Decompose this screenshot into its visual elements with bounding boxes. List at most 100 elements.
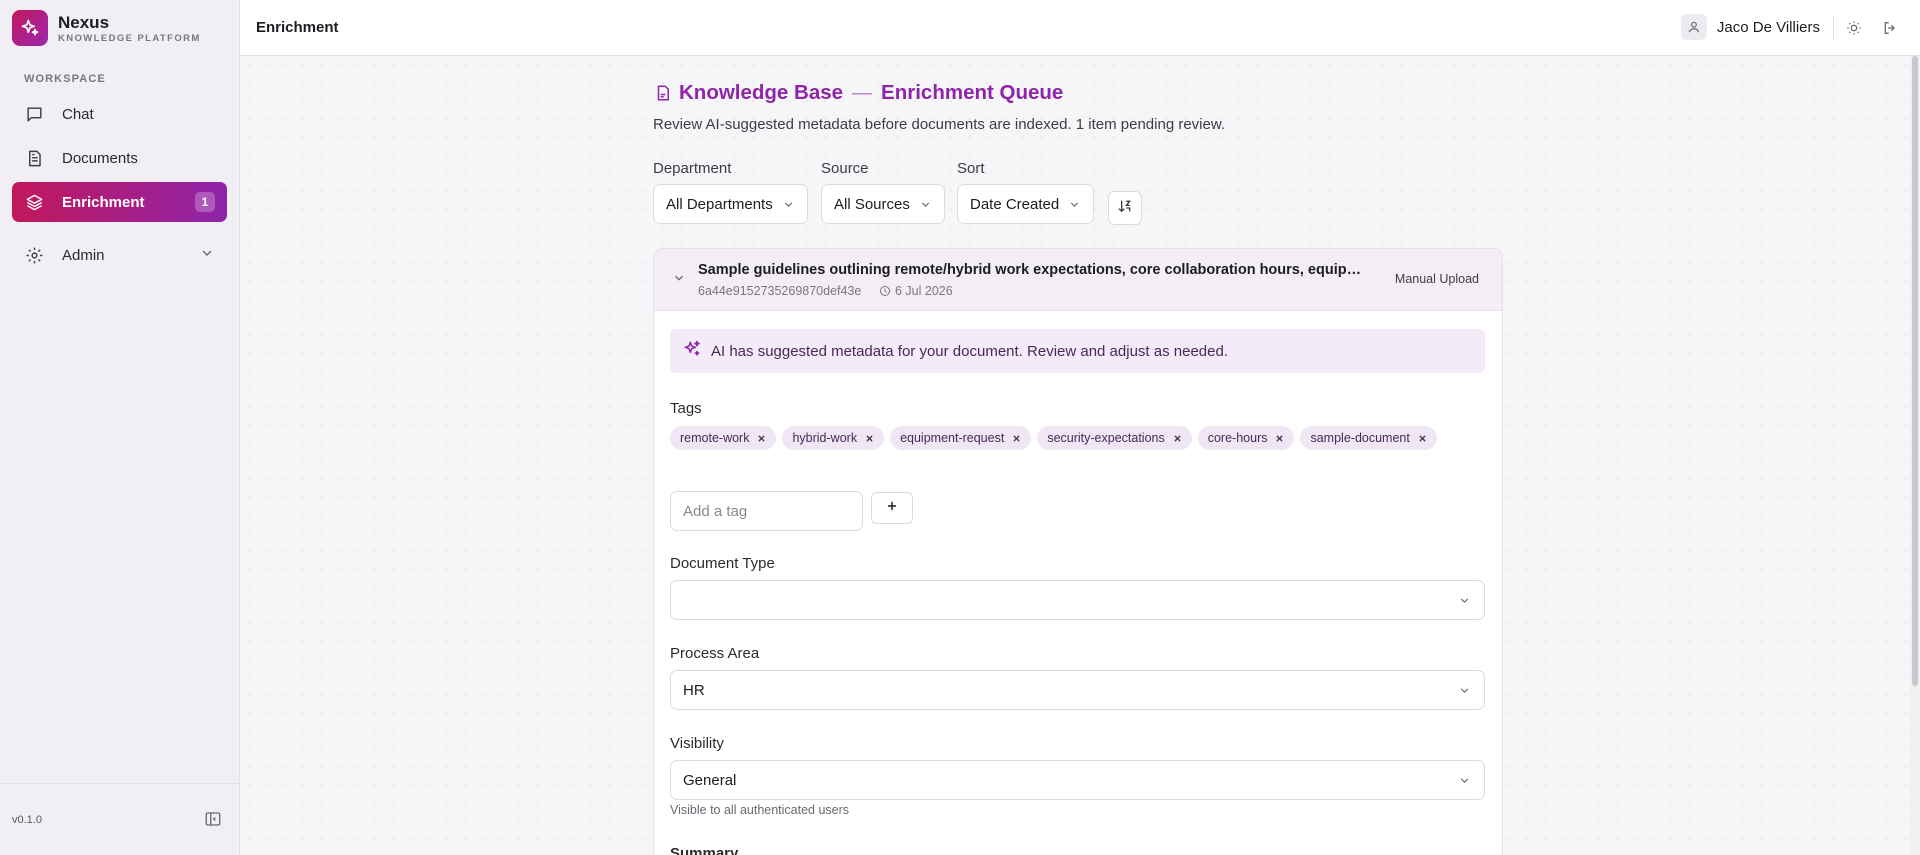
brand[interactable]: Nexus KNOWLEDGE PLATFORM [12,10,201,46]
user-name: Jaco De Villiers [1716,18,1820,36]
theme-toggle-sun-icon[interactable] [1844,18,1864,38]
brand-subtitle: KNOWLEDGE PLATFORM [58,32,201,44]
document-title: Sample guidelines outlining remote/hybri… [698,262,1368,278]
sidebar-footer: v0.1.0 [0,783,240,855]
tag-label: hybrid-work [792,431,858,445]
remove-tag-icon[interactable] [757,434,766,443]
document-source: Manual Upload [1394,272,1479,286]
tag-chip: security-expectations [1037,426,1192,450]
tag-chip: hybrid-work [782,426,885,450]
document-type-select[interactable] [670,580,1485,620]
sparkles-icon [682,339,702,364]
chevron-down-icon [919,198,932,215]
tag-chip: sample-document [1300,426,1437,450]
sidebar: Nexus KNOWLEDGE PLATFORM WORKSPACE Chat … [0,0,240,855]
page-title: Enrichment [256,19,339,36]
sort-select[interactable]: Date Created [957,184,1094,224]
process-area-label: Process Area [670,645,760,662]
remove-tag-icon[interactable] [1275,434,1284,443]
message-square-icon [24,104,44,124]
heading-enrichment-queue: Enrichment Queue [881,81,1064,104]
user-menu[interactable]: Jaco De Villiers [1680,14,1820,40]
pending-count-badge: 1 [195,192,215,212]
user-icon [1680,14,1707,40]
department-select-value: All Departments [666,195,773,213]
remove-tag-icon[interactable] [1173,434,1182,443]
remove-tag-icon[interactable] [1012,434,1021,443]
department-select[interactable]: All Departments [653,184,808,224]
sidebar-item-admin[interactable]: Admin [12,235,227,275]
sort-select-value: Date Created [970,195,1060,213]
collapse-sidebar-icon[interactable] [204,810,224,830]
sidebar-item-enrichment[interactable]: Enrichment 1 [12,182,227,222]
chevron-down-icon [1458,684,1471,701]
add-tag-button[interactable] [871,492,913,524]
chevron-down-icon [1068,198,1081,215]
document-date: 6 Jul 2026 [879,284,953,298]
sidebar-item-label: Documents [62,149,138,167]
file-text-icon [24,148,44,168]
visibility-select[interactable]: General [670,760,1485,800]
sidebar-item-label: Admin [62,246,105,264]
brand-name: Nexus [58,12,110,32]
visibility-value: General [683,771,737,789]
chevron-down-icon [199,245,215,265]
visibility-help-text: Visible to all authenticated users [670,803,850,817]
ai-suggestion-banner: AI has suggested metadata for your docum… [670,329,1485,373]
app-version: v0.1.0 [12,814,42,826]
heading-knowledge-base: Knowledge Base [679,81,844,104]
sidebar-item-label: Chat [62,105,94,123]
chevron-down-icon [1458,594,1471,611]
topbar: Enrichment Jaco De Villiers [240,0,1920,56]
sparkle-logo-icon [12,10,48,46]
tags-list: remote-work hybrid-work equipment-reques… [670,426,1485,450]
process-area-value: HR [683,681,705,699]
layers-icon [24,192,44,212]
sidebar-item-chat[interactable]: Chat [12,94,227,134]
logout-icon[interactable] [1880,18,1900,38]
document-id: 6a44e9152735269870def43e [698,284,862,298]
tag-chip: remote-work [670,426,777,450]
page-description: Review AI-suggested metadata before docu… [653,116,1226,133]
tag-label: core-hours [1207,431,1268,445]
source-select-value: All Sources [834,195,910,213]
plus-icon [885,499,899,518]
chevron-down-icon[interactable] [672,271,686,290]
sort-label: Sort [957,160,985,177]
remove-tag-icon[interactable] [1418,434,1427,443]
tag-label: security-expectations [1047,431,1165,445]
workspace-section-label: WORKSPACE [24,73,106,85]
tag-label: equipment-request [900,431,1005,445]
tag-label: remote-work [680,431,750,445]
department-filter-label: Department [653,160,732,177]
ai-banner-text: AI has suggested metadata for your docum… [711,342,1228,360]
clock-icon [879,285,891,297]
visibility-label: Visibility [670,735,724,752]
add-tag-input[interactable] [670,491,863,531]
sidebar-item-label: Enrichment [62,193,145,211]
page-heading: Knowledge Base — Enrichment Queue [653,81,1063,105]
sort-direction-button[interactable] [1108,191,1142,225]
remove-tag-icon[interactable] [865,434,874,443]
topbar-divider [1833,16,1834,40]
source-filter-label: Source [821,160,869,177]
chevron-down-icon [782,198,795,215]
tags-label: Tags [670,400,702,417]
source-select[interactable]: All Sources [821,184,945,224]
gear-icon [24,245,44,265]
summary-label: Summary [670,845,739,855]
main-content: Knowledge Base — Enrichment Queue Review… [240,56,1910,855]
document-type-label: Document Type [670,555,775,572]
tag-chip: core-hours [1197,426,1295,450]
document-card: Sample guidelines outlining remote/hybri… [653,248,1503,855]
process-area-select[interactable]: HR [670,670,1485,710]
document-card-header[interactable]: Sample guidelines outlining remote/hybri… [654,249,1502,311]
heading-separator: — [852,81,873,104]
chevron-down-icon [1458,774,1471,791]
document-icon [653,83,673,103]
tag-chip: equipment-request [890,426,1032,450]
sort-descending-icon [1117,198,1133,219]
scrollbar-thumb[interactable] [1912,56,1918,686]
sidebar-item-documents[interactable]: Documents [12,138,227,178]
tag-label: sample-document [1310,431,1410,445]
